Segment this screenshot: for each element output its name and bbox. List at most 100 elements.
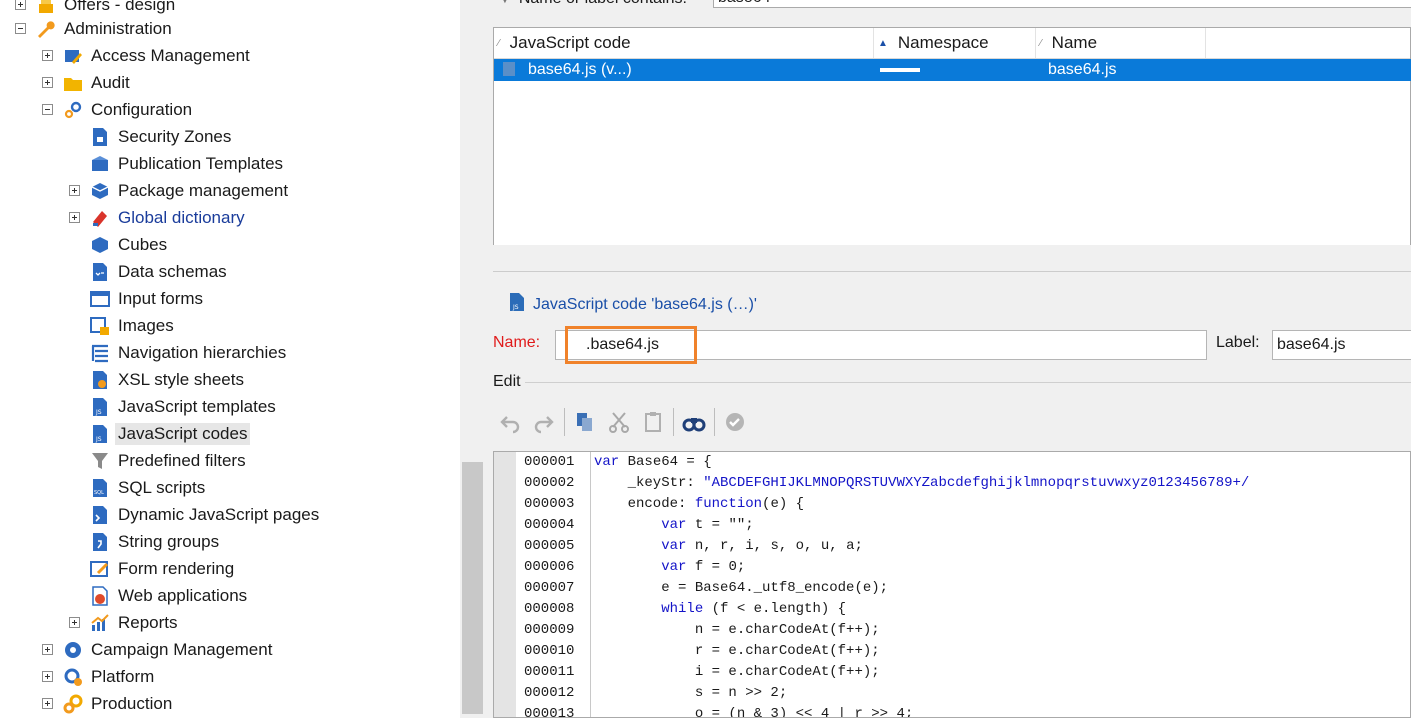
tree-item-publication-templates[interactable]: Publication Templates [69,150,286,177]
tree-item-javascript-codes[interactable]: JS JavaScript codes [69,420,251,447]
code-token: _keyStr: [594,475,704,491]
code-token: var [661,538,687,554]
tree-scrollbar-thumb[interactable] [462,462,483,714]
table-row[interactable]: base64.js (v...) base64.js [494,59,1411,81]
redo-icon [534,416,554,434]
form-icon [89,288,111,310]
column-header-namespace[interactable]: ▲ Namespace [874,28,1036,58]
svg-text:JS: JS [95,436,102,443]
expand-icon[interactable] [69,212,80,223]
tree-item-navigation-hierarchies[interactable]: Navigation hierarchies [69,339,289,366]
tree-item-campaign-management[interactable]: Campaign Management [42,636,275,663]
filter-input[interactable]: base64 [713,0,1411,8]
redo-button[interactable] [527,405,561,439]
expand-icon[interactable] [42,698,53,709]
tree-item-label: Security Zones [118,126,232,146]
tree-item-web-applications[interactable]: Web applications [69,582,250,609]
expand-icon[interactable] [69,185,80,196]
tree-item-administration[interactable]: Administration [15,15,175,42]
tree-item-label: Predefined filters [118,450,246,470]
tree-item-configuration[interactable]: Configuration [42,96,195,123]
tree-item-xsl-style-sheets[interactable]: XSL style sheets [69,366,247,393]
code-token: Base64 = { [619,454,712,470]
tree-item-form-rendering[interactable]: Form rendering [69,555,237,582]
row-icon [502,61,516,82]
code-token: i = e.charCodeAt(f++); [594,664,880,680]
code-token: var [661,559,687,575]
expand-icon[interactable] [42,671,53,682]
row-javascript-code: base64.js (v...) [528,61,632,78]
label-field[interactable]: base64.js [1272,330,1411,360]
tree-item-label: XSL style sheets [118,369,244,389]
check-button[interactable] [718,405,752,439]
undo-button[interactable] [493,405,527,439]
expand-icon[interactable] [15,0,26,10]
tree-item-access-management[interactable]: Access Management [42,42,253,69]
name-field[interactable]: .base64.js [555,330,1207,360]
expand-icon[interactable] [69,617,80,628]
line-number: 000007 [524,580,575,596]
tree-item-label: Web applications [118,585,248,605]
column-header-javascript-code[interactable]: ⁄ JavaScript code [494,28,874,58]
check-icon [726,413,744,431]
code-line: 000001 var Base64 = { [524,452,712,473]
column-header-name[interactable]: ⁄ Name [1036,28,1206,58]
xsl-icon [89,369,111,391]
hierarchy-icon [89,342,111,364]
tree-item-javascript-templates[interactable]: JS JavaScript templates [69,393,279,420]
collapse-icon[interactable] [15,23,26,34]
tree-item-label: Administration [64,18,172,38]
copy-button[interactable] [568,405,602,439]
tree-item-label: Offers - design [64,0,176,14]
tree-item-sql-scripts[interactable]: SQL SQL scripts [69,474,208,501]
line-number: 000005 [524,538,575,554]
code-token: r = e.charCodeAt(f++); [594,643,880,659]
code-line: 000010 r = e.charCodeAt(f++); [524,641,880,662]
tree-item-platform[interactable]: Platform [42,663,157,690]
expand-icon[interactable] [42,77,53,88]
code-line: 000005 var n, r, i, s, o, u, a; [524,536,863,557]
line-number: 000010 [524,643,575,659]
find-icon [682,418,706,432]
tree-item-label: Navigation hierarchies [118,342,287,362]
tree-item-security-zones[interactable]: Security Zones [69,123,234,150]
tree-item-label: Reports [118,612,178,632]
tree-item-reports[interactable]: Reports [69,609,181,636]
collapse-icon[interactable] [42,104,53,115]
tree-item-images[interactable]: Images [69,312,177,339]
tree-item-audit[interactable]: Audit [42,69,133,96]
expand-icon[interactable] [42,50,53,61]
tree-item-production[interactable]: Production [42,690,175,717]
tree-item-label: Global dictionary [118,207,245,227]
code-token: t = ""; [686,517,754,533]
cut-button[interactable] [602,405,636,439]
code-token: n, r, i, s, o, u, a; [686,538,863,554]
expand-icon[interactable] [42,644,53,655]
gears-icon [62,99,84,121]
tree-item-package-management[interactable]: Package management [69,177,291,204]
paste-button[interactable] [636,405,670,439]
line-number: 000001 [524,454,575,470]
tree-item-predefined-filters[interactable]: Predefined filters [69,447,249,474]
find-button[interactable] [677,405,711,439]
row-name: base64.js [1048,61,1117,78]
tree-item-global-dictionary[interactable]: Global dictionary [69,204,248,231]
copy-icon [577,413,592,431]
code-token: var [594,454,620,470]
editor-toolbar [493,400,1411,444]
tree-item-string-groups[interactable]: String groups [69,528,222,555]
sql-icon: SQL [89,477,111,499]
tree-item-dynamic-javascript-pages[interactable]: Dynamic JavaScript pages [69,501,322,528]
panel-splitter[interactable] [460,0,485,718]
tree-item-cubes[interactable]: Cubes [69,231,170,258]
namespace-redacted [880,68,920,72]
tree-item-label: Platform [91,666,155,686]
tree-item-label: SQL scripts [118,477,206,497]
tree-item-data-schemas[interactable]: Data schemas [69,258,230,285]
tree-item-label: Publication Templates [118,153,284,173]
code-editor[interactable]: 000001 var Base64 = {000002 _keyStr: "ABC… [493,451,1411,718]
tree-item-input-forms[interactable]: Input forms [69,285,206,312]
